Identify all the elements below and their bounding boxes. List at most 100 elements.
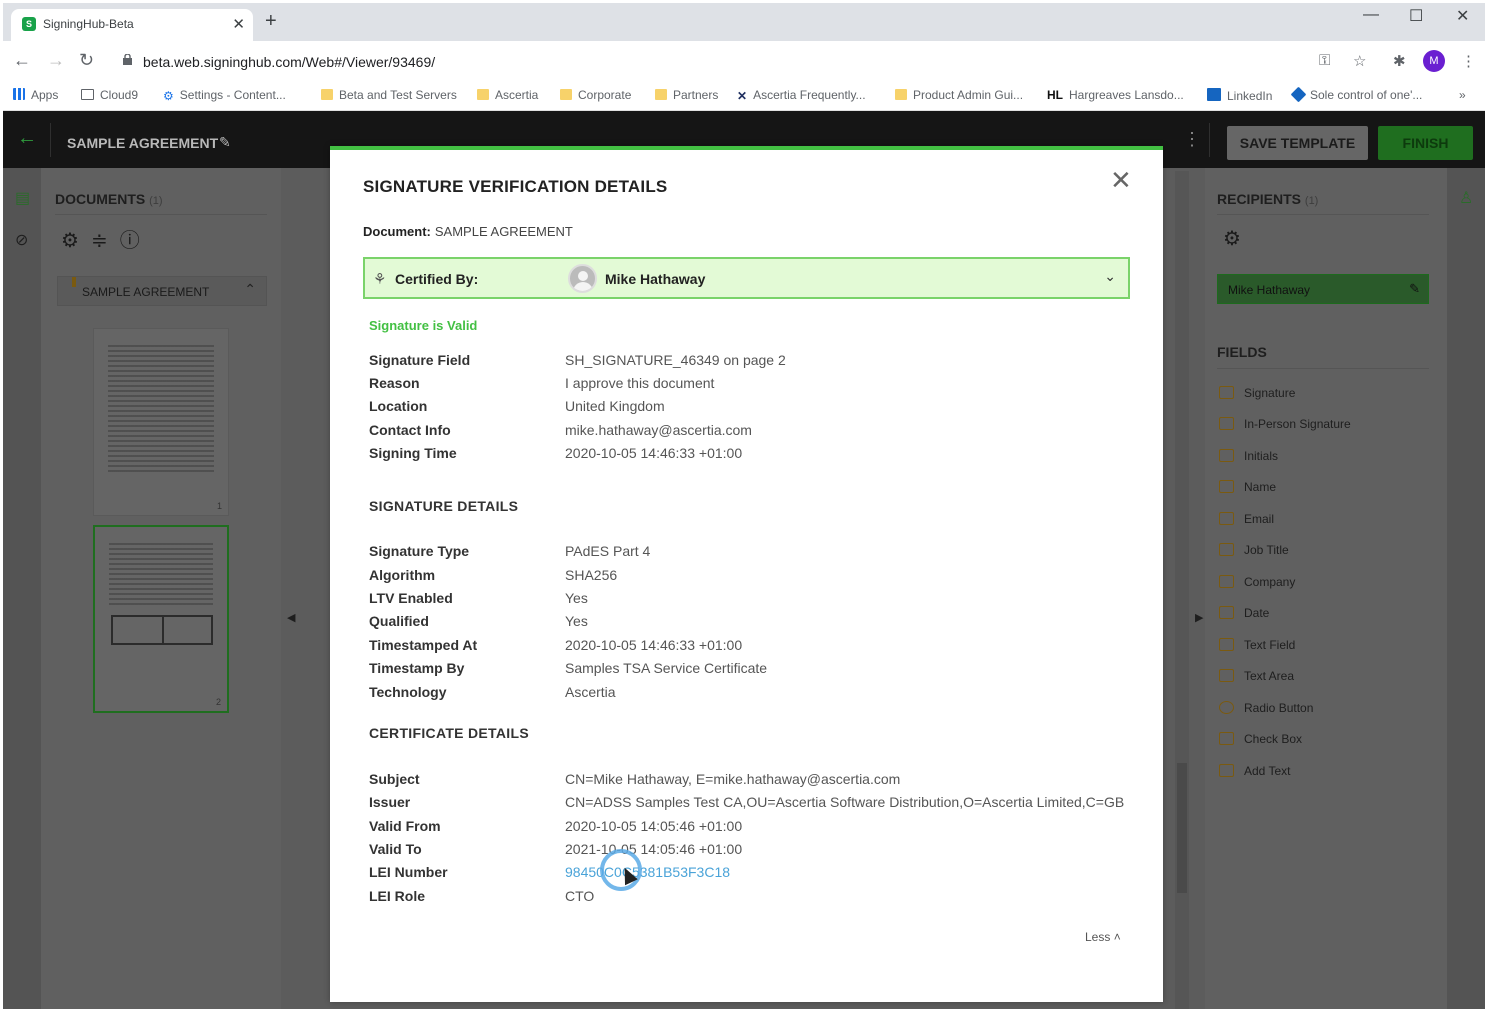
signature-table [111, 615, 213, 645]
signature-valid-status: Signature is Valid [369, 318, 478, 333]
info-icon[interactable]: ⓘ [120, 230, 152, 252]
recipient-item[interactable]: Mike Hathaway ✎ [1217, 274, 1429, 304]
bookmark-flag-icon [72, 277, 76, 287]
lock-icon [123, 54, 132, 65]
close-icon[interactable]: ✕ [1110, 167, 1132, 193]
more-bookmarks-icon[interactable]: » [1459, 88, 1466, 102]
recipients-heading: RECIPIENTS (1) [1217, 191, 1319, 207]
ascertia-logo-icon: ✕ [737, 89, 748, 103]
bookmark-ascertia-faq[interactable]: ✕ Ascertia Frequently... [737, 88, 866, 103]
chevron-down-icon[interactable]: ⌄ [1104, 268, 1116, 285]
window-close-icon[interactable]: ✕ [1456, 6, 1469, 26]
chevron-up-icon[interactable]: ⌃ [244, 281, 256, 298]
certified-by-label: Certified By: [395, 271, 479, 287]
bookmark-ascertia[interactable]: Ascertia [477, 88, 538, 102]
bookmark-settings[interactable]: ⚙ Settings - Content... [163, 88, 286, 103]
certificate-details-heading: CERTIFICATE DETAILS [369, 725, 529, 741]
collapse-right-icon[interactable]: ▶ [1195, 611, 1203, 624]
date-icon [1219, 606, 1234, 619]
tab-close-icon[interactable]: ✕ [232, 15, 245, 33]
documents-panel: DOCUMENTS (1) ⚙≑ⓘ SAMPLE AGREEMENT ⌃ 1 2 [41, 168, 281, 1009]
radio-icon [1219, 701, 1234, 714]
left-rail: ▤ ⊘ [3, 168, 41, 1009]
field-initials[interactable]: Initials [1219, 449, 1278, 463]
url-field[interactable]: beta.web.signinghub.com/Web#/Viewer/9346… [143, 54, 435, 70]
document-item[interactable]: SAMPLE AGREEMENT ⌃ [57, 276, 267, 306]
maximize-icon[interactable]: ☐ [1409, 6, 1423, 26]
scrollbar-thumb[interactable] [1177, 763, 1187, 893]
documents-icon[interactable]: ▤ [15, 188, 30, 208]
edit-icon[interactable]: ✎ [219, 134, 231, 151]
address-toolbar: ← → ↻ beta.web.signinghub.com/Web#/Viewe… [3, 41, 1485, 81]
checkbox-icon [1219, 732, 1234, 745]
less-toggle[interactable]: Less ˄ [1085, 930, 1121, 944]
folder-icon [895, 89, 907, 100]
settings-icon[interactable]: ⚙ [61, 230, 91, 252]
minimize-icon[interactable]: — [1363, 6, 1379, 24]
bookmark-corporate[interactable]: Corporate [560, 88, 631, 102]
field-signature[interactable]: Signature [1219, 386, 1295, 400]
bookmark-partners[interactable]: Partners [655, 88, 718, 102]
bookmark-linkedin[interactable]: LinkedIn [1207, 88, 1272, 103]
bookmark-beta-servers[interactable]: Beta and Test Servers [321, 88, 457, 102]
save-template-button[interactable]: SAVE TEMPLATE [1227, 126, 1368, 160]
job-title-icon [1219, 543, 1234, 556]
gear-icon: ⚙ [163, 89, 174, 103]
tab-strip: S SigningHub-Beta ✕ + — ☐ ✕ [3, 3, 1485, 41]
profile-avatar[interactable]: M [1423, 50, 1445, 72]
forward-icon[interactable]: → [47, 50, 65, 71]
chevron-up-icon: ˄ [1113, 930, 1121, 944]
more-options-icon[interactable]: ⋮ [1183, 129, 1201, 150]
adjust-icon[interactable]: ≑ [91, 230, 120, 252]
linkedin-icon [1207, 88, 1221, 101]
page-thumbnail[interactable]: 1 [93, 328, 229, 516]
field-date[interactable]: Date [1219, 606, 1269, 620]
recipient-name: Mike Hathaway [1228, 283, 1311, 297]
divider [1209, 123, 1210, 157]
field-in-person-signature[interactable]: In-Person Signature [1219, 417, 1351, 431]
browser-tab[interactable]: S SigningHub-Beta ✕ [11, 9, 253, 41]
extensions-icon[interactable]: ✱ [1393, 52, 1406, 70]
menu-icon[interactable]: ⋮ [1461, 52, 1476, 70]
field-job-title[interactable]: Job Title [1219, 543, 1289, 557]
bookmark-cloud9[interactable]: Cloud9 [81, 88, 138, 102]
collapse-left-icon[interactable]: ◀ [287, 611, 295, 624]
new-tab-icon[interactable]: + [265, 10, 277, 33]
bookmark-product-admin[interactable]: Product Admin Gui... [895, 88, 1023, 102]
page-text-lines [109, 543, 213, 608]
lei-number-link[interactable]: 98450C0C5381B53F3C18 [565, 864, 730, 880]
reload-icon[interactable]: ↻ [79, 50, 94, 71]
signature-details-heading: SIGNATURE DETAILS [369, 498, 519, 514]
recipient-icon[interactable]: ♙ [1459, 188, 1473, 208]
field-radio-button[interactable]: Radio Button [1219, 701, 1313, 715]
folder-icon [655, 89, 667, 100]
browser-window: S SigningHub-Beta ✕ + — ☐ ✕ ← → ↻ beta.w… [3, 3, 1485, 1009]
field-text-field[interactable]: Text Field [1219, 638, 1295, 652]
key-icon[interactable]: ⚿ [1319, 52, 1330, 69]
settings-icon[interactable]: ⚙ [1223, 226, 1241, 251]
back-arrow-icon[interactable]: ← [17, 127, 37, 150]
back-icon[interactable]: ← [13, 50, 31, 71]
cloud9-icon [81, 89, 94, 100]
field-company[interactable]: Company [1219, 575, 1295, 589]
document-title: SAMPLE AGREEMENT [67, 135, 219, 151]
field-name[interactable]: Name [1219, 480, 1276, 494]
finish-button[interactable]: FINISH [1378, 126, 1473, 160]
field-check-box[interactable]: Check Box [1219, 732, 1302, 746]
attachment-icon[interactable]: ⊘ [15, 230, 28, 250]
dialog-title: SIGNATURE VERIFICATION DETAILS [363, 177, 668, 196]
star-icon[interactable]: ☆ [1353, 52, 1366, 70]
bookmark-sole-control[interactable]: Sole control of one'... [1290, 86, 1422, 103]
document-tools: ⚙≑ⓘ [61, 224, 152, 253]
field-email[interactable]: Email [1219, 512, 1274, 526]
certified-by-bar[interactable]: ⚘ Certified By: Mike Hathaway ⌄ [363, 257, 1130, 299]
pen-icon[interactable]: ✎ [1409, 281, 1420, 297]
bookmark-apps[interactable]: Apps [13, 88, 58, 102]
field-add-text[interactable]: Add Text [1219, 764, 1290, 778]
field-text-area[interactable]: Text Area [1219, 669, 1294, 683]
bookmark-hargreaves[interactable]: HL Hargreaves Lansdo... [1047, 88, 1184, 102]
page-thumbnail-selected[interactable]: 2 [93, 525, 229, 713]
page-number: 2 [215, 697, 221, 707]
bookmarks-bar: Apps Cloud9 ⚙ Settings - Content... Beta … [3, 81, 1485, 111]
right-rail: ♙ [1447, 168, 1485, 1009]
